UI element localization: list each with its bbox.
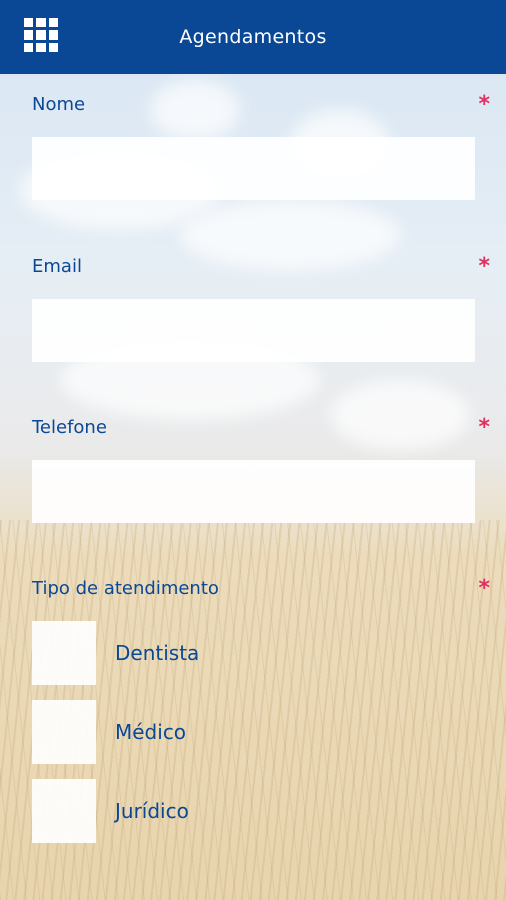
background-cloud [330, 380, 470, 450]
email-label: Email [32, 256, 82, 277]
phone-input[interactable] [32, 460, 475, 523]
name-input[interactable] [32, 137, 475, 200]
medico-checkbox[interactable] [32, 700, 96, 764]
name-required-mark: * [478, 92, 490, 117]
phone-required-mark: * [478, 415, 490, 440]
service-type-label: Tipo de atendimento [32, 578, 219, 599]
background-cloud [180, 200, 400, 270]
grid-menu-icon[interactable] [24, 18, 58, 52]
background-cloud [150, 80, 240, 140]
app-header: Agendamentos [0, 0, 506, 74]
email-required-mark: * [478, 254, 490, 279]
dentista-option-label[interactable]: Dentista [115, 641, 199, 665]
juridico-option-label[interactable]: Jurídico [115, 799, 189, 823]
email-input[interactable] [32, 299, 475, 362]
phone-label: Telefone [32, 417, 107, 438]
medico-option-label[interactable]: Médico [115, 720, 186, 744]
dentista-checkbox[interactable] [32, 621, 96, 685]
page-title: Agendamentos [179, 26, 327, 48]
service-type-required-mark: * [478, 576, 490, 601]
juridico-checkbox[interactable] [32, 779, 96, 843]
name-label: Nome [32, 94, 86, 115]
